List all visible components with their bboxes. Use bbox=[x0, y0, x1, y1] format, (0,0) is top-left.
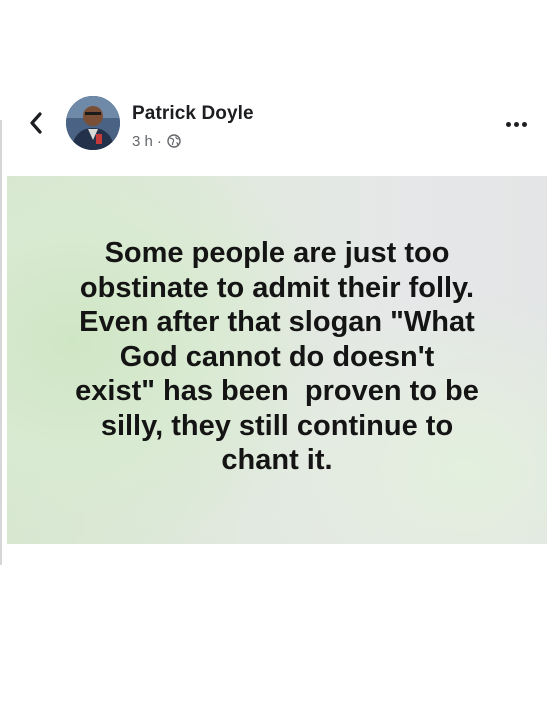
post-text-line: chant it. bbox=[221, 444, 333, 477]
more-dot bbox=[513, 121, 519, 127]
post-text: Some people are just too obstinate to ad… bbox=[17, 236, 537, 478]
more-dot bbox=[505, 121, 511, 127]
avatar-image bbox=[66, 96, 120, 150]
post-text-line: Some people are just too bbox=[104, 237, 450, 270]
post-text-line: Even after that slogan "What bbox=[79, 306, 475, 339]
more-options-button[interactable] bbox=[496, 110, 536, 138]
left-border bbox=[0, 120, 2, 565]
author-name[interactable]: Patrick Doyle bbox=[132, 103, 254, 125]
back-button[interactable] bbox=[22, 108, 50, 138]
post-page: Patrick Doyle 3 h · Some people are just… bbox=[0, 0, 554, 720]
globe-icon[interactable] bbox=[167, 134, 181, 148]
post-text-line: obstinate to admit their folly. bbox=[79, 271, 475, 304]
avatar[interactable] bbox=[66, 96, 120, 150]
more-dot bbox=[521, 121, 527, 127]
post-time[interactable]: 3 h bbox=[132, 133, 153, 150]
post-text-line: God cannot do doesn't bbox=[119, 340, 435, 373]
chevron-left-icon bbox=[30, 112, 42, 134]
post-meta: 3 h · bbox=[132, 132, 181, 150]
meta-separator: · bbox=[156, 132, 162, 150]
post-header: Patrick Doyle 3 h · bbox=[0, 92, 554, 156]
post-text-line: silly, they still continue to bbox=[100, 409, 454, 442]
post-text-card[interactable]: Some people are just too obstinate to ad… bbox=[7, 176, 547, 544]
post-text-line: exist" has been proven to be bbox=[75, 375, 479, 408]
